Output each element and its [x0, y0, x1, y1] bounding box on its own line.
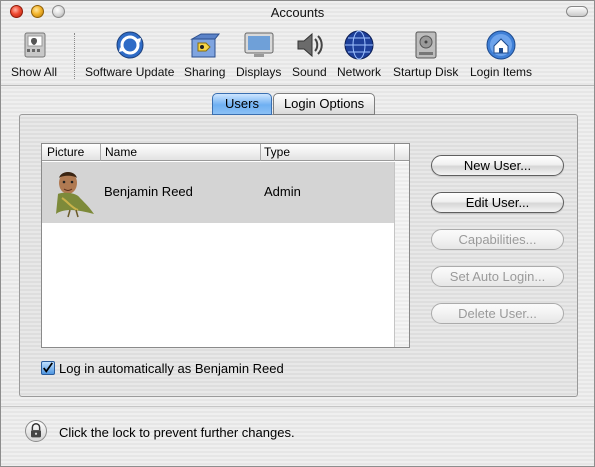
tab-bar: Users Login Options [212, 93, 376, 115]
column-header-name[interactable]: Name [105, 145, 137, 160]
toolbar-label: Sound [292, 65, 327, 79]
column-divider [260, 144, 261, 161]
tab-users[interactable]: Users [212, 93, 272, 115]
set-auto-login-button[interactable]: Set Auto Login... [431, 266, 564, 287]
table-header: Picture Name Type [42, 144, 409, 161]
sound-icon [297, 32, 324, 58]
toolbar: Show All Software Update Sharing Display… [1, 23, 594, 85]
toolbar-label: Startup Disk [393, 65, 459, 79]
checkmark-icon [43, 362, 53, 373]
login-items-icon [486, 30, 516, 60]
column-divider [100, 144, 101, 161]
minimize-button[interactable] [31, 5, 44, 18]
toolbar-label: Software Update [85, 65, 175, 79]
title-bar: Accounts [1, 1, 594, 23]
toolbar-divider [1, 85, 594, 86]
lock-divider [1, 406, 594, 407]
toolbar-label: Displays [236, 65, 282, 79]
zoom-button[interactable] [52, 5, 65, 18]
toolbar-item-network[interactable]: Network [337, 29, 381, 79]
edit-user-button[interactable]: Edit User... [431, 192, 564, 213]
toolbar-item-displays[interactable]: Displays [236, 29, 281, 79]
toolbar-item-sharing[interactable]: Sharing [184, 29, 225, 79]
window-title: Accounts [270, 5, 325, 20]
toolbar-item-startup-disk[interactable]: Startup Disk [393, 29, 458, 79]
column-header-type[interactable]: Type [264, 145, 290, 160]
auto-login-label[interactable]: Log in automatically as Benjamin Reed [59, 361, 284, 376]
users-table: Picture Name Type Benjamin Reed Admin [41, 143, 410, 348]
table-row[interactable]: Benjamin Reed Admin [42, 162, 395, 223]
delete-user-button[interactable]: Delete User... [431, 303, 564, 324]
toolbar-label: Network [337, 65, 382, 79]
table-scrollbar[interactable] [394, 162, 409, 347]
toolbar-item-software-update[interactable]: Software Update [85, 29, 174, 79]
close-button[interactable] [10, 5, 23, 18]
capabilities-button[interactable]: Capabilities... [431, 229, 564, 250]
toolbar-label: Show All [11, 65, 58, 79]
show-all-icon [24, 32, 46, 58]
toolbar-item-login-items[interactable]: Login Items [470, 29, 532, 79]
new-user-button[interactable]: New User... [431, 155, 564, 176]
auto-login-checkbox[interactable] [41, 361, 55, 375]
toolbar-item-sound[interactable]: Sound [292, 29, 327, 79]
startup-disk-icon [415, 31, 437, 59]
network-icon [344, 30, 374, 60]
users-panel: Picture Name Type Benjamin Reed Admin Ne… [19, 114, 578, 397]
toolbar-separator [74, 33, 75, 79]
column-header-picture[interactable]: Picture [47, 145, 84, 160]
toolbar-label: Sharing [184, 65, 226, 79]
lock-status-text: Click the lock to prevent further change… [59, 425, 295, 440]
accounts-window: Accounts Show All Software Update Sharin… [0, 0, 595, 467]
user-type: Admin [264, 184, 301, 199]
user-name: Benjamin Reed [104, 184, 193, 199]
toolbar-item-show-all[interactable]: Show All [11, 29, 57, 79]
sharing-icon [189, 33, 220, 58]
tab-login-options[interactable]: Login Options [272, 93, 376, 115]
user-avatar [56, 172, 94, 218]
lock-button[interactable] [25, 420, 47, 442]
displays-icon [244, 32, 274, 57]
toolbar-label: Login Items [470, 65, 533, 79]
lock-icon [31, 423, 41, 438]
header-corner [394, 144, 409, 161]
toolbar-toggle-button[interactable] [566, 6, 588, 17]
software-update-icon [116, 31, 144, 59]
